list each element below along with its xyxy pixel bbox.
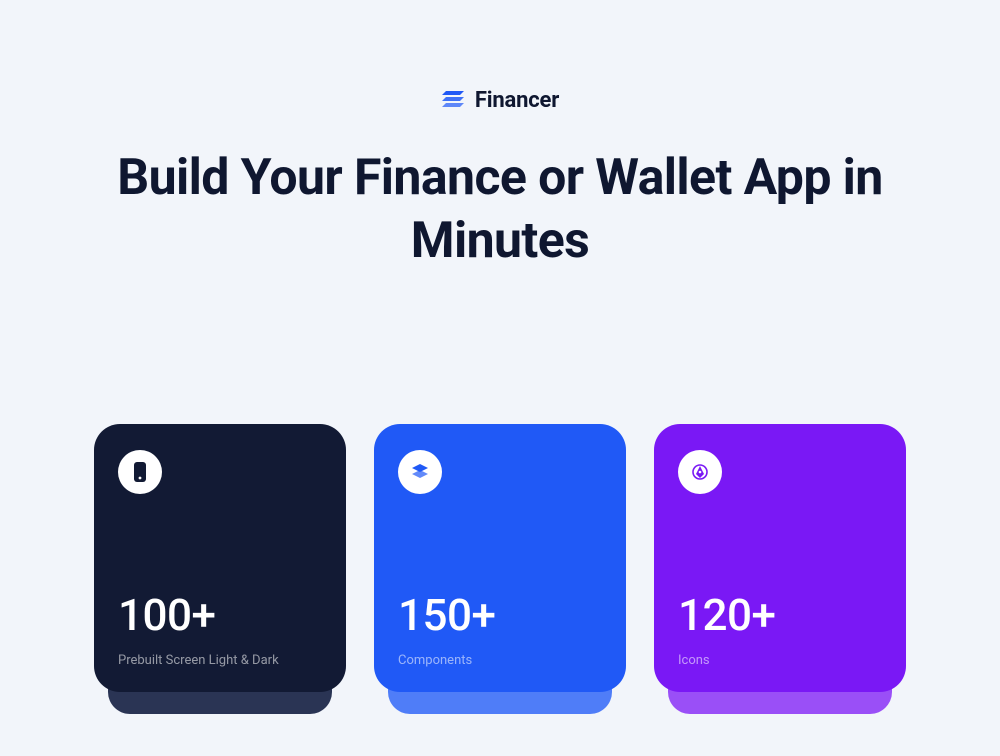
feature-card-screens: 100+ Prebuilt Screen Light & Dark [94,424,346,692]
card-body: 100+ Prebuilt Screen Light & Dark [94,424,346,692]
card-value: 100+ [118,593,322,637]
card-body: 120+ Icons [654,424,906,692]
pen-icon [678,450,722,494]
feature-card-components: 150+ Components [374,424,626,692]
feature-cards-row: 100+ Prebuilt Screen Light & Dark 150+ C… [0,424,1000,692]
hero-title: Build Your Finance or Wallet App in Minu… [0,147,1000,272]
card-label: Prebuilt Screen Light & Dark [118,653,322,670]
brand-header: Financer [0,0,1000,113]
card-value: 120+ [678,593,882,637]
feature-card-icons: 120+ Icons [654,424,906,692]
stack-icon [398,450,442,494]
card-body: 150+ Components [374,424,626,692]
card-value: 150+ [398,593,602,637]
brand-name: Financer [475,88,559,113]
card-label: Components [398,653,602,670]
card-label: Icons [678,653,882,670]
phone-icon [118,450,162,494]
brand-logo-icon [441,89,465,113]
